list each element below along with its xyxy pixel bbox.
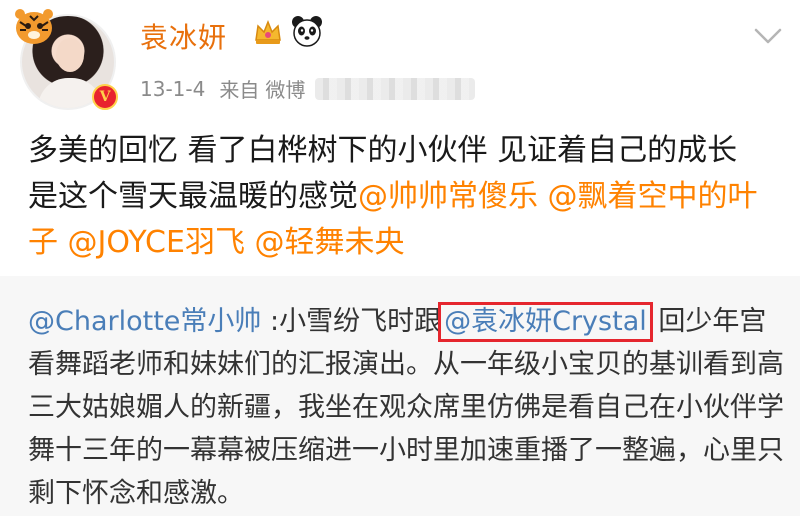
repost-body: @Charlotte常小帅 :小雪纷飞时跟 @袁冰妍Crystal 回少年宫看舞蹈… — [28, 300, 788, 515]
panda-icon — [292, 16, 322, 47]
chevron-down-icon[interactable] — [752, 24, 784, 48]
repost-text-before: 小雪纷飞时跟 — [279, 306, 442, 337]
post-body: 多美的回忆 看了白桦树下的小伙伴 见证着自己的成长 是这个雪天最温暖的感觉@帅帅… — [28, 128, 768, 266]
source-name[interactable]: 微博 — [265, 74, 305, 103]
mention-link[interactable]: @帅帅常傻乐 — [358, 179, 538, 214]
reposted-content[interactable]: @Charlotte常小帅 :小雪纷飞时跟 @袁冰妍Crystal 回少年宫看舞蹈… — [0, 276, 800, 516]
verified-badge-icon: V — [92, 84, 118, 110]
avatar-face — [56, 38, 84, 72]
blurred-device-info — [315, 77, 476, 100]
repost-author-link[interactable]: @Charlotte常小帅 — [28, 306, 261, 337]
author-name[interactable]: 袁冰妍 — [140, 16, 227, 56]
repost-separator: : — [261, 306, 280, 337]
crown-icon — [255, 19, 281, 44]
source-from-label: 来自 — [219, 78, 260, 102]
mention-link[interactable]: @轻舞未央 — [255, 225, 405, 260]
mention-link[interactable]: @JOYCE羽飞 — [68, 225, 245, 260]
post-meta: 13-1-4 来自 微博 — [140, 74, 476, 103]
post-date[interactable]: 13-1-4 — [140, 77, 205, 101]
highlighted-mention-link[interactable]: @袁冰妍Crystal — [438, 302, 653, 342]
post-header: V 袁冰妍 13-1-4 来自 微博 — [0, 0, 800, 120]
avatar[interactable]: V — [12, 8, 124, 112]
tiger-frame-icon — [15, 9, 53, 44]
